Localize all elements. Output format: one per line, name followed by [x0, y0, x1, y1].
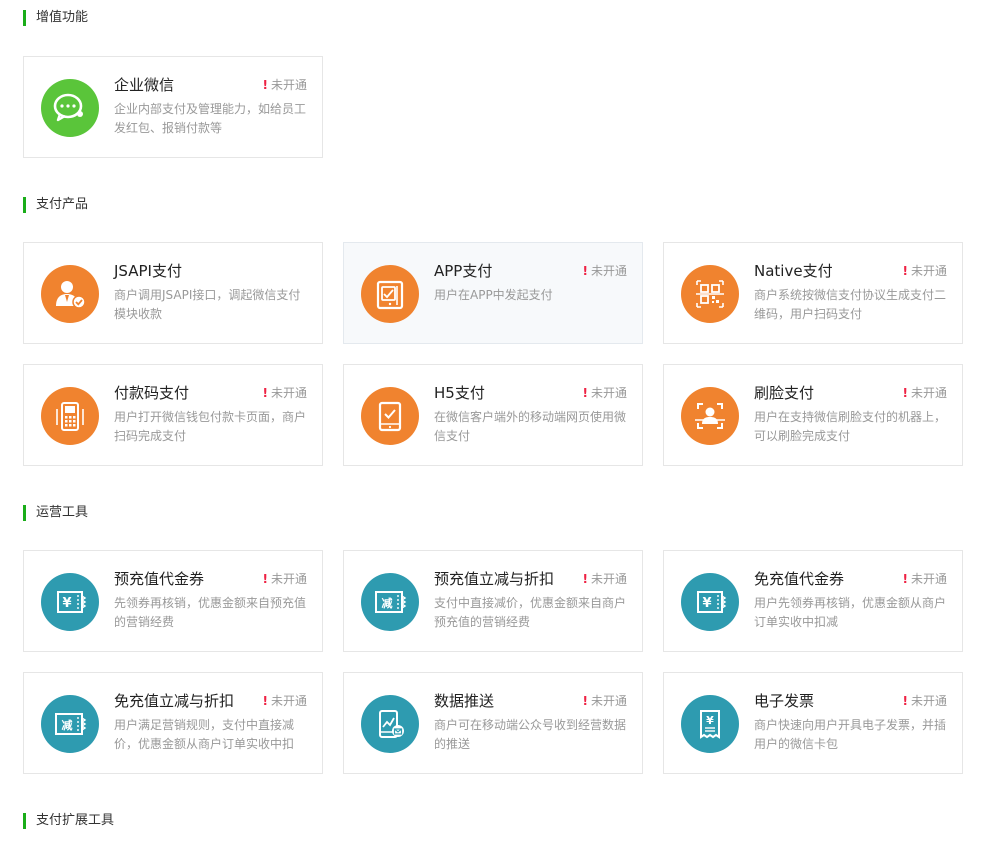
product-description: 用户在APP中发起支付 [434, 288, 553, 302]
product-card-data-push[interactable]: 数据推送 ! 未开通 商户可在移动端公众号收到经营数据的推送 [343, 672, 643, 774]
product-description: 支付中直接减价，优惠金额来自商户预充值的营销经费 [434, 596, 627, 629]
qr-code-icon [681, 265, 739, 323]
status-badge: ! 未开通 [583, 385, 628, 401]
product-card-e-invoice[interactable]: ¥ 电子发票 ! 未开通 商户快速向用户开具电子发票，并插用户的微信卡包 [663, 672, 963, 774]
product-name: 预充值代金券 [114, 570, 205, 588]
status-badge: ! 未开通 [583, 571, 628, 587]
warning-mark: ! [262, 386, 268, 400]
product-name: JSAPI支付 [114, 262, 182, 280]
warning-mark: ! [582, 264, 588, 278]
status-label: 未开通 [590, 386, 627, 400]
warning-mark: ! [902, 264, 908, 278]
product-description: 用户打开微信钱包付款卡页面，商户扫码完成支付 [114, 410, 307, 443]
product-card-app[interactable]: APP支付 ! 未开通 用户在APP中发起支付 [343, 242, 643, 344]
status-label: 未开通 [910, 694, 947, 708]
product-description: 企业内部支付及管理能力，如给员工发红包、报销付款等 [114, 102, 307, 135]
svg-text:¥: ¥ [702, 596, 711, 611]
product-name: 电子发票 [754, 692, 815, 710]
product-name: 预充值立减与折扣 [434, 570, 555, 588]
product-card-native[interactable]: Native支付 ! 未开通 商户系统按微信支付协议生成支付二维码，用户扫码支付 [663, 242, 963, 344]
product-card-prepaid-discount[interactable]: 减 预充值立减与折扣 ! 未开通 支付中直接减价，优惠金额来自商户预充值的营销经费 [343, 550, 643, 652]
status-badge: ! 未开通 [263, 385, 308, 401]
product-description: 商户调用JSAPI接口，调起微信支付模块收款 [114, 288, 301, 321]
invoice-icon: ¥ [681, 695, 739, 753]
status-badge: ! 未开通 [583, 693, 628, 709]
product-description: 在微信客户端外的移动端网页使用微信支付 [434, 410, 627, 443]
warning-mark: ! [902, 694, 908, 708]
user-check-icon [41, 265, 99, 323]
warning-mark: ! [902, 572, 908, 586]
discount-coupon-icon: 减 [41, 695, 99, 753]
status-badge: ! 未开通 [903, 571, 948, 587]
status-badge: ! 未开通 [583, 263, 628, 279]
discount-coupon-icon: 减 [361, 573, 419, 631]
status-label: 未开通 [590, 694, 627, 708]
svg-text:¥: ¥ [706, 714, 714, 727]
svg-text:¥: ¥ [62, 596, 71, 611]
section-title-operation-tools: 运营工具 [23, 505, 88, 521]
status-label: 未开通 [910, 386, 947, 400]
status-label: 未开通 [910, 264, 947, 278]
status-label: 未开通 [270, 78, 307, 92]
product-card-prepaid-coupon[interactable]: ¥ 预充值代金券 ! 未开通 先领券再核销，优惠金额来自预充值的营销经费 [23, 550, 323, 652]
product-description: 先领券再核销，优惠金额来自预充值的营销经费 [114, 596, 307, 629]
pos-terminal-icon [41, 387, 99, 445]
mobile-app-icon [361, 265, 419, 323]
product-description: 用户满足营销规则，支付中直接减价，优惠金额从商户订单实收中扣 [114, 718, 295, 751]
tablet-check-icon [361, 387, 419, 445]
warning-mark: ! [582, 572, 588, 586]
status-badge: ! 未开通 [903, 693, 948, 709]
product-description: 商户系统按微信支付协议生成支付二维码，用户扫码支付 [754, 288, 947, 321]
warning-mark: ! [902, 386, 908, 400]
product-name: 企业微信 [114, 76, 175, 94]
warning-mark: ! [262, 572, 268, 586]
product-description: 商户快速向用户开具电子发票，并插用户的微信卡包 [754, 718, 947, 751]
yuan-coupon-icon: ¥ [41, 573, 99, 631]
status-label: 未开通 [270, 694, 307, 708]
wechat-work-icon [41, 79, 99, 137]
warning-mark: ! [582, 386, 588, 400]
svg-text:减: 减 [62, 718, 73, 732]
status-label: 未开通 [910, 572, 947, 586]
product-description: 商户可在移动端公众号收到经营数据的推送 [434, 718, 627, 751]
status-label: 未开通 [270, 386, 307, 400]
warning-mark: ! [262, 694, 268, 708]
product-card-jsapi[interactable]: JSAPI支付 商户调用JSAPI接口，调起微信支付模块收款 [23, 242, 323, 344]
section-title-value-added: 增值功能 [23, 10, 88, 26]
status-badge: ! 未开通 [263, 77, 308, 93]
status-badge: ! 未开通 [263, 571, 308, 587]
status-badge: ! 未开通 [263, 693, 308, 709]
product-name: APP支付 [434, 262, 493, 280]
product-name: 免充值代金券 [754, 570, 845, 588]
status-badge: ! 未开通 [903, 263, 948, 279]
section-title-payment-products: 支付产品 [23, 197, 88, 213]
svg-text:减: 减 [382, 596, 393, 610]
product-name: Native支付 [754, 262, 833, 280]
product-name: 免充值立减与折扣 [114, 692, 235, 710]
product-card-free-discount[interactable]: 减 免充值立减与折扣 ! 未开通 用户满足营销规则，支付中直接减价，优惠金额从商户… [23, 672, 323, 774]
product-card-h5[interactable]: H5支付 ! 未开通 在微信客户端外的移动端网页使用微信支付 [343, 364, 643, 466]
status-label: 未开通 [590, 264, 627, 278]
product-name: H5支付 [434, 384, 485, 402]
yuan-coupon-icon: ¥ [681, 573, 739, 631]
product-card-free-coupon[interactable]: ¥ 免充值代金券 ! 未开通 用户先领券再核销，优惠金额从商户订单实收中扣减 [663, 550, 963, 652]
status-badge: ! 未开通 [903, 385, 948, 401]
data-push-icon [361, 695, 419, 753]
section-title-payment-extension-tools: 支付扩展工具 [23, 813, 114, 829]
status-label: 未开通 [270, 572, 307, 586]
warning-mark: ! [262, 78, 268, 92]
product-name: 数据推送 [434, 692, 495, 710]
product-description: 用户先领券再核销，优惠金额从商户订单实收中扣减 [754, 596, 947, 629]
product-card-face-pay[interactable]: 刷脸支付 ! 未开通 用户在支持微信刷脸支付的机器上，可以刷脸完成支付 [663, 364, 963, 466]
product-name: 付款码支付 [114, 384, 190, 402]
status-label: 未开通 [590, 572, 627, 586]
warning-mark: ! [582, 694, 588, 708]
product-card-payment-code[interactable]: 付款码支付 ! 未开通 用户打开微信钱包付款卡页面，商户扫码完成支付 [23, 364, 323, 466]
face-scan-icon [681, 387, 739, 445]
product-card-wechat-work[interactable]: 企业微信 ! 未开通 企业内部支付及管理能力，如给员工发红包、报销付款等 [23, 56, 323, 158]
product-name: 刷脸支付 [754, 384, 815, 402]
product-description: 用户在支持微信刷脸支付的机器上，可以刷脸完成支付 [754, 410, 947, 443]
